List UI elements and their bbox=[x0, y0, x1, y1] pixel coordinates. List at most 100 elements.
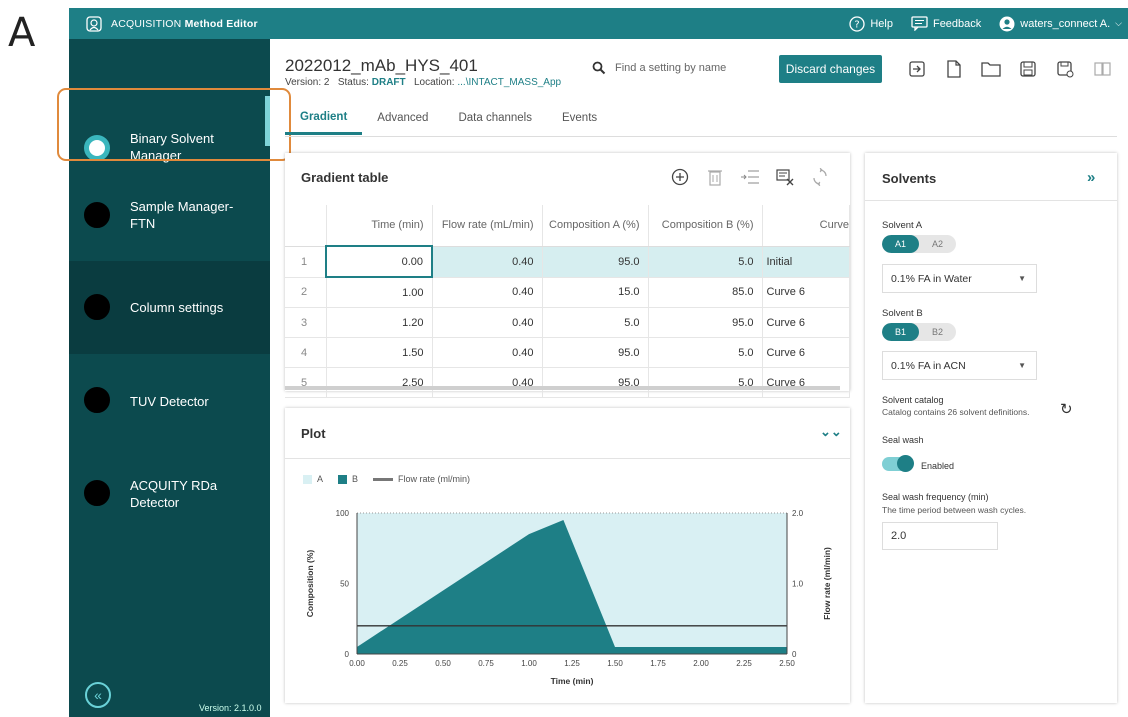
compare-button[interactable] bbox=[1090, 58, 1114, 80]
solvent-a-dropdown[interactable]: 0.1% FA in Water ▼ bbox=[882, 264, 1037, 293]
clear-table-button[interactable] bbox=[775, 167, 795, 187]
x-tick-label: 1.75 bbox=[650, 659, 666, 668]
table-cell[interactable]: 95.0 bbox=[542, 367, 649, 398]
collapse-plot-button[interactable]: ⌄⌄ bbox=[820, 424, 842, 440]
row-number: 2 bbox=[285, 277, 327, 308]
import-button[interactable] bbox=[905, 58, 929, 80]
x-tick-label: 0.50 bbox=[435, 659, 451, 668]
top-bar: ACQUISITION Method Editor ? Help Feedbac… bbox=[69, 8, 1128, 39]
column-header[interactable]: Curve bbox=[762, 205, 850, 247]
tab-advanced[interactable]: Advanced bbox=[362, 101, 443, 135]
caret-down-icon: ▼ bbox=[1018, 361, 1026, 370]
table-cell[interactable]: 5.0 bbox=[648, 246, 763, 278]
y2-tick-label: 1.0 bbox=[792, 580, 804, 589]
status-badge: DRAFT bbox=[371, 77, 406, 88]
search-icon bbox=[592, 61, 606, 75]
solvent-a2-option[interactable]: A2 bbox=[919, 235, 956, 253]
seal-wash-toggle[interactable] bbox=[882, 455, 914, 472]
insert-row-button[interactable] bbox=[740, 167, 760, 187]
solvent-b2-option[interactable]: B2 bbox=[919, 323, 956, 341]
table-cell[interactable]: 1.20 bbox=[326, 307, 433, 338]
table-cell[interactable]: 0.40 bbox=[432, 246, 543, 278]
seal-wash-frequency-input[interactable]: 2.0 bbox=[882, 522, 998, 550]
refresh-catalog-button[interactable]: ↻ bbox=[1060, 400, 1073, 418]
sidebar-item-column-settings[interactable]: Column settings bbox=[69, 261, 270, 354]
plot-legend: A B Flow rate (ml/min) bbox=[303, 474, 470, 484]
add-row-button[interactable] bbox=[670, 167, 690, 187]
row-number: 1 bbox=[285, 246, 327, 278]
tab-events[interactable]: Events bbox=[547, 101, 612, 135]
save-button[interactable] bbox=[1016, 58, 1040, 80]
import-icon bbox=[909, 61, 925, 77]
gradient-plot: 0.00 0.25 0.50 0.75 1.00 1.25 1.50 1.75 2.00 2.25… bbox=[305, 509, 832, 686]
table-cell[interactable]: 0.40 bbox=[432, 367, 543, 398]
user-avatar-icon bbox=[999, 16, 1015, 31]
table-cell[interactable]: 5.0 bbox=[648, 367, 763, 398]
collapse-sidebar-button[interactable]: « bbox=[85, 682, 111, 708]
table-cell[interactable]: 0.40 bbox=[432, 277, 543, 308]
solvent-a1-option[interactable]: A1 bbox=[882, 235, 919, 253]
table-cell[interactable]: Curve 6 bbox=[762, 337, 850, 368]
help-button[interactable]: ? Help bbox=[849, 15, 893, 32]
search-input[interactable]: Find a setting by name bbox=[615, 62, 726, 74]
feedback-button[interactable]: Feedback bbox=[911, 16, 981, 31]
table-cell[interactable]: 5.0 bbox=[542, 307, 649, 338]
table-cell[interactable]: 0.40 bbox=[432, 337, 543, 368]
table-cell[interactable]: 5.0 bbox=[648, 337, 763, 368]
table-cell[interactable]: 2.50 bbox=[326, 367, 433, 398]
new-file-button[interactable] bbox=[942, 58, 966, 80]
solvent-a-value: 0.1% FA in Water bbox=[891, 272, 972, 285]
y-tick-label: 0 bbox=[345, 650, 350, 659]
gradient-toolbar bbox=[670, 167, 830, 187]
row-number: 5 bbox=[285, 367, 327, 398]
user-menu[interactable]: waters_connect A. ⌵ bbox=[999, 16, 1122, 32]
sidebar-item-label: ACQUITY RDa Detector bbox=[130, 478, 218, 510]
table-cell[interactable]: 15.0 bbox=[542, 277, 649, 308]
sidebar-item-sample-manager[interactable]: Sample Manager-FTN bbox=[69, 169, 270, 261]
tab-gradient[interactable]: Gradient bbox=[285, 101, 363, 135]
discard-changes-button[interactable]: Discard changes bbox=[779, 55, 882, 83]
table-cell[interactable]: 85.0 bbox=[648, 277, 763, 308]
trash-icon bbox=[708, 170, 722, 186]
refresh-icon: ↻ bbox=[1060, 401, 1073, 418]
caret-down-icon: ▼ bbox=[1018, 274, 1026, 283]
x-tick-label: 0.25 bbox=[392, 659, 408, 668]
settings-search[interactable]: Find a setting by name bbox=[592, 58, 762, 78]
svg-text:?: ? bbox=[855, 19, 860, 30]
seal-wash-frequency-desc: The time period between wash cycles. bbox=[882, 505, 1027, 515]
table-cell[interactable]: Curve 6 bbox=[762, 307, 850, 338]
solvent-b1-option[interactable]: B1 bbox=[882, 323, 919, 341]
refresh-button[interactable] bbox=[810, 167, 830, 187]
table-cell[interactable]: 95.0 bbox=[648, 307, 763, 338]
tab-data-channels[interactable]: Data channels bbox=[443, 101, 547, 135]
delete-row-button[interactable] bbox=[705, 167, 725, 187]
table-cell[interactable]: 95.0 bbox=[542, 337, 649, 368]
table-row: 1 0.00 0.40 95.0 5.0 Initial bbox=[285, 245, 850, 278]
table-cell[interactable]: 0.40 bbox=[432, 307, 543, 338]
open-folder-button[interactable] bbox=[979, 58, 1003, 80]
column-header[interactable]: Composition B (%) bbox=[648, 205, 763, 247]
x-axis-label: Time (min) bbox=[551, 676, 594, 686]
feedback-label: Feedback bbox=[932, 17, 982, 30]
table-cell[interactable]: 1.00 bbox=[326, 277, 433, 308]
app-version: Version: 2.1.0.0 bbox=[199, 703, 262, 713]
method-meta: Version: 2 Status: DRAFT Location: ...\I… bbox=[285, 77, 562, 88]
row-number: 3 bbox=[285, 307, 327, 338]
table-cell[interactable]: 1.50 bbox=[326, 337, 433, 368]
table-cell[interactable]: Curve 6 bbox=[762, 277, 850, 308]
solvent-b-dropdown[interactable]: 0.1% FA in ACN ▼ bbox=[882, 351, 1037, 380]
column-header[interactable]: Composition A (%) bbox=[542, 205, 649, 247]
add-circle-icon bbox=[671, 168, 689, 186]
y2-axis-label: Flow rate (ml/min) bbox=[822, 547, 832, 620]
table-cell[interactable]: Curve 6 bbox=[762, 367, 850, 398]
sidebar-item-acquity-rda-detector[interactable]: ACQUITY RDa Detector bbox=[69, 447, 270, 540]
save-as-button[interactable] bbox=[1053, 58, 1077, 80]
sidebar-item-tuv-detector[interactable]: TUV Detector bbox=[69, 354, 270, 447]
table-cell[interactable]: Initial bbox=[762, 246, 850, 278]
table-cell[interactable]: 0.00 bbox=[325, 245, 433, 278]
table-cell[interactable]: 95.0 bbox=[542, 246, 649, 278]
expand-solvents-button[interactable]: » bbox=[1087, 169, 1095, 186]
column-header[interactable]: Time (min) bbox=[326, 205, 433, 247]
horizontal-scrollbar[interactable] bbox=[285, 386, 840, 390]
column-header[interactable]: Flow rate (mL/min) bbox=[432, 205, 543, 247]
